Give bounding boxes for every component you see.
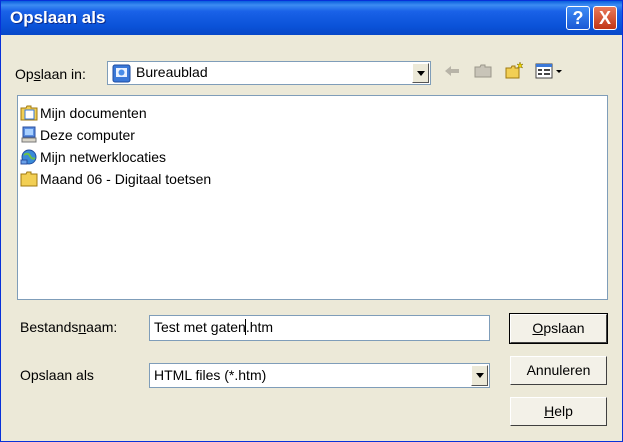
filename-label: Bestandsnaam:: [20, 319, 118, 335]
list-item[interactable]: Deze computer: [20, 124, 135, 146]
filetype-value: HTML files (*.htm): [154, 367, 267, 383]
view-menu-icon[interactable]: [534, 61, 564, 81]
list-item[interactable]: Mijn netwerklocaties: [20, 146, 166, 168]
help-button[interactable]: Help: [510, 397, 607, 426]
close-button[interactable]: X: [593, 6, 617, 30]
computer-icon: [21, 126, 37, 143]
save-in-label: Opslaan in:: [15, 66, 86, 82]
desktop-icon: [112, 64, 131, 83]
folder-icon: [20, 171, 38, 187]
chevron-down-icon[interactable]: [471, 365, 488, 386]
new-folder-icon[interactable]: [504, 61, 524, 81]
save-in-dropdown[interactable]: Bureaublad: [107, 61, 431, 85]
filetype-label: Opslaan als: [20, 367, 94, 383]
list-item[interactable]: Maand 06 - Digitaal toetsen: [20, 168, 211, 190]
back-arrow-icon[interactable]: [442, 61, 462, 81]
chevron-down-icon[interactable]: [412, 63, 429, 83]
save-button[interactable]: Opslaan: [509, 313, 608, 344]
filename-input[interactable]: Test met gaten.htm: [149, 315, 490, 341]
my-documents-icon: [20, 105, 38, 121]
help-title-button[interactable]: ?: [566, 6, 590, 30]
file-list[interactable]: Mijn documenten Deze computer Mijn netwe…: [17, 95, 608, 300]
save-as-dialog: Opslaan als ? X Opslaan in: Bureaublad M…: [0, 0, 623, 442]
title-bar[interactable]: Opslaan als ? X: [1, 1, 622, 35]
save-in-value: Bureaublad: [136, 64, 208, 80]
list-item[interactable]: Mijn documenten: [20, 102, 147, 124]
dialog-title: Opslaan als: [10, 8, 106, 27]
up-folder-icon[interactable]: [473, 61, 493, 81]
cancel-button[interactable]: Annuleren: [510, 356, 607, 385]
network-icon: [20, 149, 37, 165]
filetype-dropdown[interactable]: HTML files (*.htm): [149, 363, 490, 388]
